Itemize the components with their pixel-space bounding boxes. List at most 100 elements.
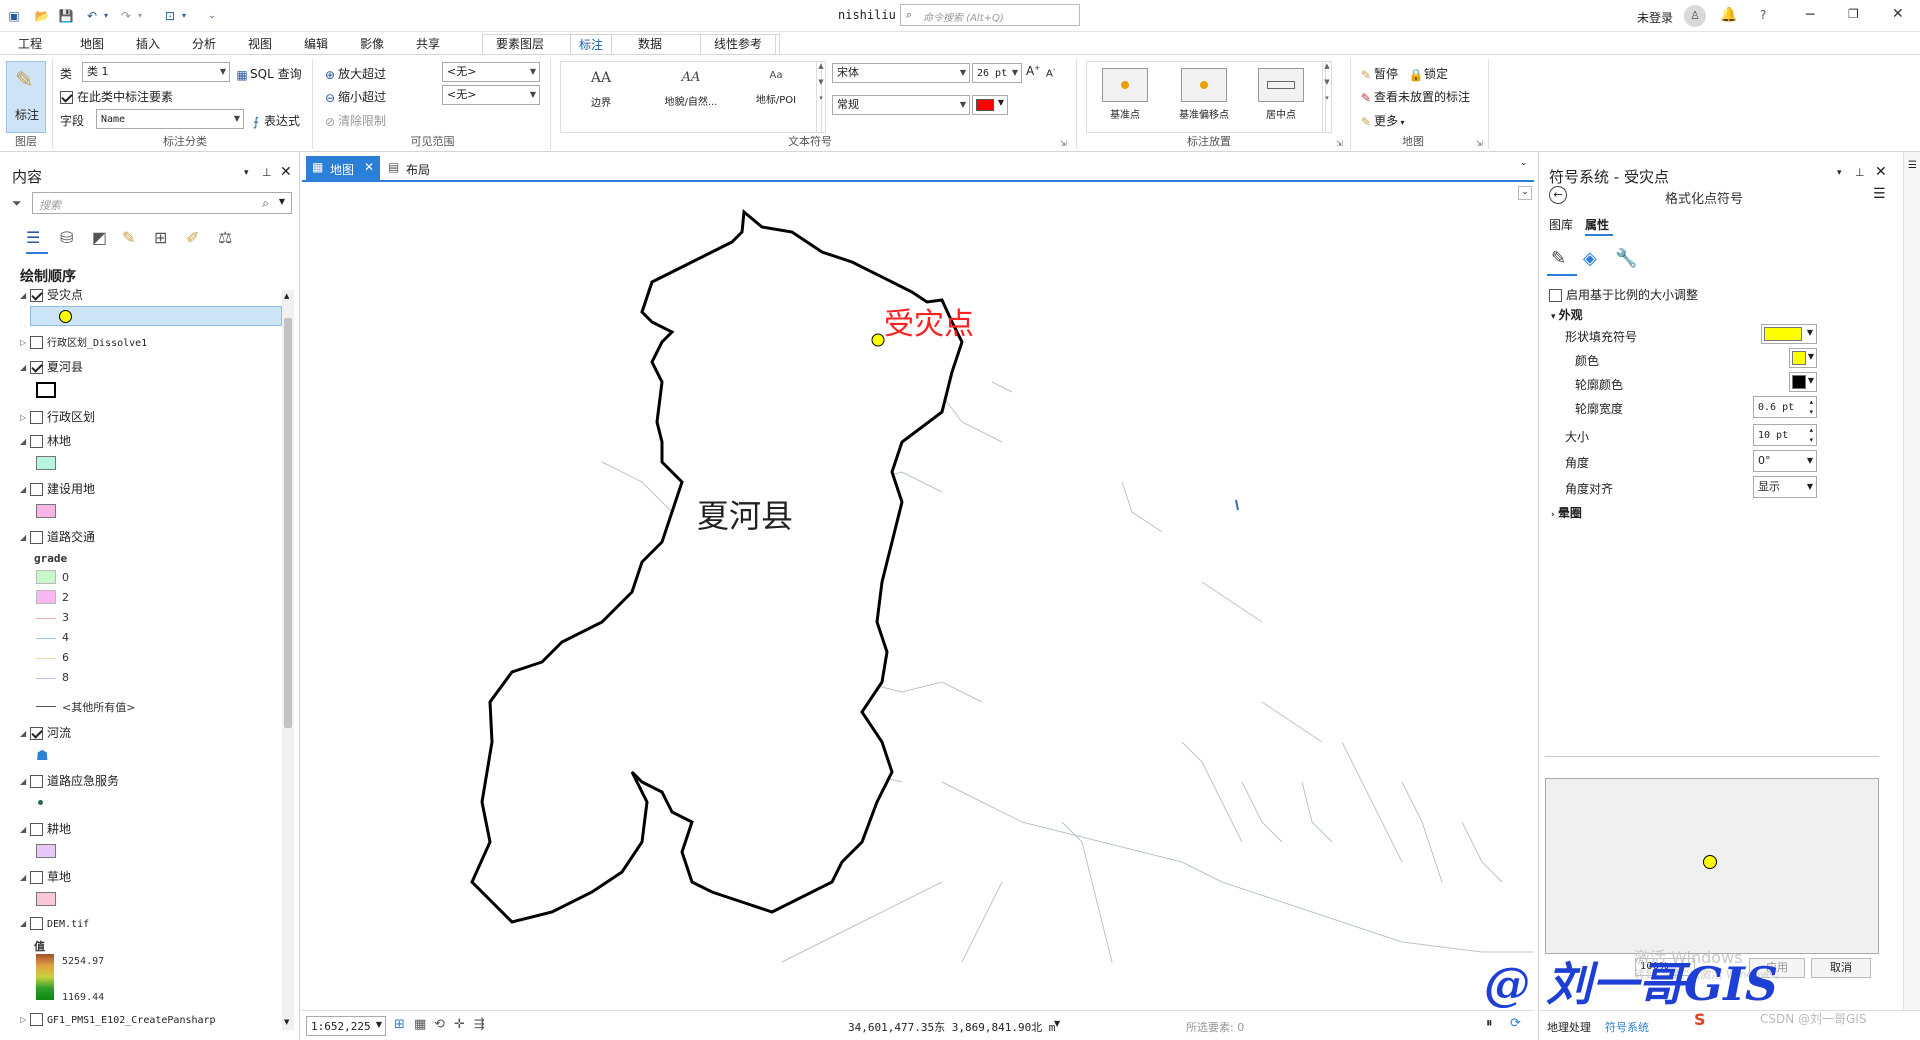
snapping-icon[interactable]: ✛ bbox=[454, 1017, 465, 1032]
collapsed-arrow-icon[interactable]: ▷ bbox=[20, 413, 30, 422]
max-scale-select[interactable]: <无> ▼ bbox=[442, 85, 540, 105]
shrink-font-icon[interactable]: A- bbox=[1046, 66, 1055, 79]
clear-limits-button[interactable]: ⊘ 清除限制 bbox=[322, 112, 386, 130]
pane-options-icon[interactable]: ▾ bbox=[244, 168, 249, 178]
gallery-item-landmark[interactable]: Aa 地标/POI bbox=[741, 70, 811, 106]
layer-visibility-checkbox[interactable] bbox=[30, 361, 43, 374]
class-select[interactable]: 类 1 ▼ bbox=[82, 62, 230, 82]
list-by-editing-icon[interactable]: ✎ bbox=[122, 228, 135, 247]
placement-item-basic-offset[interactable]: 基准偏移点 bbox=[1169, 68, 1239, 121]
close-tab-icon[interactable]: ✕ bbox=[364, 160, 374, 174]
layer-grassland[interactable]: ◢ 草地 bbox=[20, 868, 71, 888]
labeling-toggle-button[interactable]: ✎ 标注 bbox=[6, 61, 46, 133]
dialog-launcher-icon[interactable]: ⇲ bbox=[1336, 139, 1343, 148]
symbol-brush-icon[interactable]: ✎ bbox=[1551, 248, 1566, 269]
tab-feature-layer[interactable]: 要素图层 bbox=[488, 34, 552, 54]
collapsed-arrow-icon[interactable]: ▷ bbox=[20, 1015, 30, 1024]
coordinate-format-dropdown-icon[interactable]: ▼ bbox=[1054, 1019, 1060, 1028]
layer-visibility-checkbox[interactable] bbox=[30, 289, 43, 302]
halo-section[interactable]: › 晕圈 bbox=[1551, 504, 1582, 521]
tab-analysis[interactable]: 分析 bbox=[184, 34, 224, 54]
restore-icon[interactable]: ❐ bbox=[1848, 7, 1859, 21]
grade-4-line-symbol[interactable] bbox=[36, 638, 56, 639]
river-symbol-icon[interactable]: ☗ bbox=[36, 748, 49, 764]
layer-farmland[interactable]: ◢ 耕地 bbox=[20, 820, 71, 840]
redo-dropdown-icon[interactable]: ▾ bbox=[132, 8, 148, 24]
grade-8-line-symbol[interactable] bbox=[36, 678, 56, 679]
angle-input[interactable]: 0° ▼ bbox=[1753, 450, 1817, 472]
close-pane-icon[interactable]: ✕ bbox=[1875, 164, 1887, 180]
pane-options-icon[interactable]: ▾ bbox=[1837, 168, 1842, 178]
font-color-picker[interactable]: ▼ bbox=[972, 95, 1008, 115]
layer-gf1-pansharp[interactable]: ▷ GF1_PMS1_E102_CreatePansharp bbox=[20, 1012, 216, 1032]
user-avatar[interactable]: ♙ bbox=[1684, 5, 1706, 27]
open-project-icon[interactable]: 📂 bbox=[34, 8, 50, 24]
expand-arrow-icon[interactable]: ◢ bbox=[20, 485, 30, 494]
font-style-select[interactable]: 常规 ▼ bbox=[832, 95, 970, 115]
expand-arrow-icon[interactable]: ◢ bbox=[20, 729, 30, 738]
other-values-line-symbol[interactable] bbox=[36, 706, 56, 707]
side-tab-label-icon[interactable]: ☰ bbox=[1907, 160, 1918, 171]
layer-construction-land[interactable]: ◢ 建设用地 bbox=[20, 480, 95, 500]
grade-6-line-symbol[interactable] bbox=[36, 658, 56, 659]
selected-symbol-row[interactable] bbox=[30, 306, 282, 326]
zoom-out-beyond-button[interactable]: ⊖ 缩小超过 bbox=[322, 88, 386, 106]
layer-admin-division[interactable]: ▷ 行政区划 bbox=[20, 408, 95, 428]
scale-based-sizing-checkbox[interactable]: 启用基于比例的大小调整 bbox=[1549, 286, 1698, 303]
spinner-icon[interactable]: ▴ ▾ bbox=[1809, 425, 1813, 445]
layer-dem[interactable]: ◢ DEM.tif bbox=[20, 916, 89, 936]
layer-visibility-checkbox[interactable] bbox=[30, 1013, 43, 1026]
pin-icon[interactable]: ⊥ bbox=[1855, 166, 1865, 179]
dialog-launcher-icon[interactable]: ⇲ bbox=[1476, 139, 1483, 148]
tab-share[interactable]: 共享 bbox=[408, 34, 448, 54]
font-family-select[interactable]: 宋体 ▼ bbox=[832, 63, 970, 83]
list-by-selection-icon[interactable]: ◩ bbox=[92, 228, 107, 247]
expand-arrow-icon[interactable]: ◢ bbox=[20, 873, 30, 882]
expand-arrow-icon[interactable]: ◢ bbox=[20, 437, 30, 446]
layer-visibility-checkbox[interactable] bbox=[30, 483, 43, 496]
tab-gallery[interactable]: 图库 bbox=[1549, 216, 1573, 233]
notification-bell-icon[interactable]: 🔔 bbox=[1720, 7, 1737, 23]
layer-rivers[interactable]: ◢ 河流 bbox=[20, 724, 71, 744]
command-search-input[interactable]: ⌕ 命令搜索 (Alt+Q) bbox=[900, 4, 1080, 26]
outline-color-picker[interactable]: ▼ bbox=[1789, 372, 1817, 392]
snapshot-dropdown-icon[interactable]: ▾ bbox=[176, 8, 192, 24]
construction-land-symbol[interactable] bbox=[36, 504, 56, 518]
menu-icon[interactable]: ☰ bbox=[1873, 186, 1886, 202]
lock-labels-button[interactable]: 🔒锁定 bbox=[1408, 65, 1449, 83]
tab-labeling[interactable]: 标注 bbox=[570, 34, 613, 54]
map-view-tab[interactable]: ▦ 地图 ✕ bbox=[306, 156, 380, 180]
contents-search-input[interactable]: 搜索 ⌕ ▼ bbox=[32, 192, 292, 214]
layer-road-traffic[interactable]: ◢ 道路交通 bbox=[20, 528, 95, 548]
scale-select[interactable]: 1:652,225 ▼ bbox=[306, 1016, 386, 1036]
pause-labeling-button[interactable]: ✎ 暂停 bbox=[1358, 65, 1398, 83]
layer-forest[interactable]: ◢ 林地 bbox=[20, 432, 71, 452]
emergency-point-symbol[interactable] bbox=[38, 800, 43, 805]
undo-dropdown-icon[interactable]: ▾ bbox=[98, 8, 114, 24]
filter-icon[interactable]: ⏷ bbox=[12, 196, 22, 211]
placement-gallery-scroll[interactable]: ▲ ▼ ▾ bbox=[1322, 61, 1332, 133]
placement-item-centered[interactable]: 居中点 bbox=[1251, 68, 1311, 121]
scroll-down-icon[interactable]: ▼ bbox=[284, 1018, 289, 1026]
view-unplaced-button[interactable]: ✎ 查看未放置的标注 bbox=[1358, 88, 1470, 106]
grid-snap-icon[interactable]: ⊞ bbox=[394, 1017, 405, 1032]
gallery-scroll[interactable]: ▲ ▼ ▾ bbox=[816, 61, 826, 133]
tab-geoprocessing[interactable]: 地理处理 bbox=[1547, 1019, 1591, 1035]
customize-toolbar-icon[interactable]: ⌄ bbox=[204, 8, 220, 24]
grow-font-icon[interactable]: A+ bbox=[1026, 64, 1040, 78]
pin-icon[interactable]: ⊥ bbox=[262, 166, 272, 179]
tab-linear-referencing[interactable]: 线性参考 bbox=[706, 34, 770, 54]
grade-0-symbol[interactable] bbox=[36, 570, 56, 584]
input-method-icon[interactable]: S bbox=[1694, 1010, 1706, 1029]
gallery-item-boundary[interactable]: AA 边界 bbox=[571, 70, 631, 109]
outline-width-input[interactable]: 0.6 pt ▴ ▾ bbox=[1753, 396, 1817, 418]
list-by-snapping-icon[interactable]: ⊞ bbox=[154, 228, 167, 247]
navigator-icon[interactable]: ⟲ bbox=[434, 1017, 445, 1032]
size-input[interactable]: 10 pt ▴ ▾ bbox=[1753, 424, 1817, 446]
list-by-drawing-order-icon[interactable]: ☰ bbox=[26, 228, 40, 247]
placement-item-basic-point[interactable]: 基准点 bbox=[1095, 68, 1155, 121]
county-polygon-symbol[interactable] bbox=[36, 382, 56, 398]
list-by-perspective-icon[interactable]: ⚖ bbox=[218, 228, 232, 247]
preview-splitter[interactable] bbox=[1545, 756, 1879, 757]
pause-drawing-icon[interactable]: ⏸ bbox=[1486, 1016, 1493, 1031]
